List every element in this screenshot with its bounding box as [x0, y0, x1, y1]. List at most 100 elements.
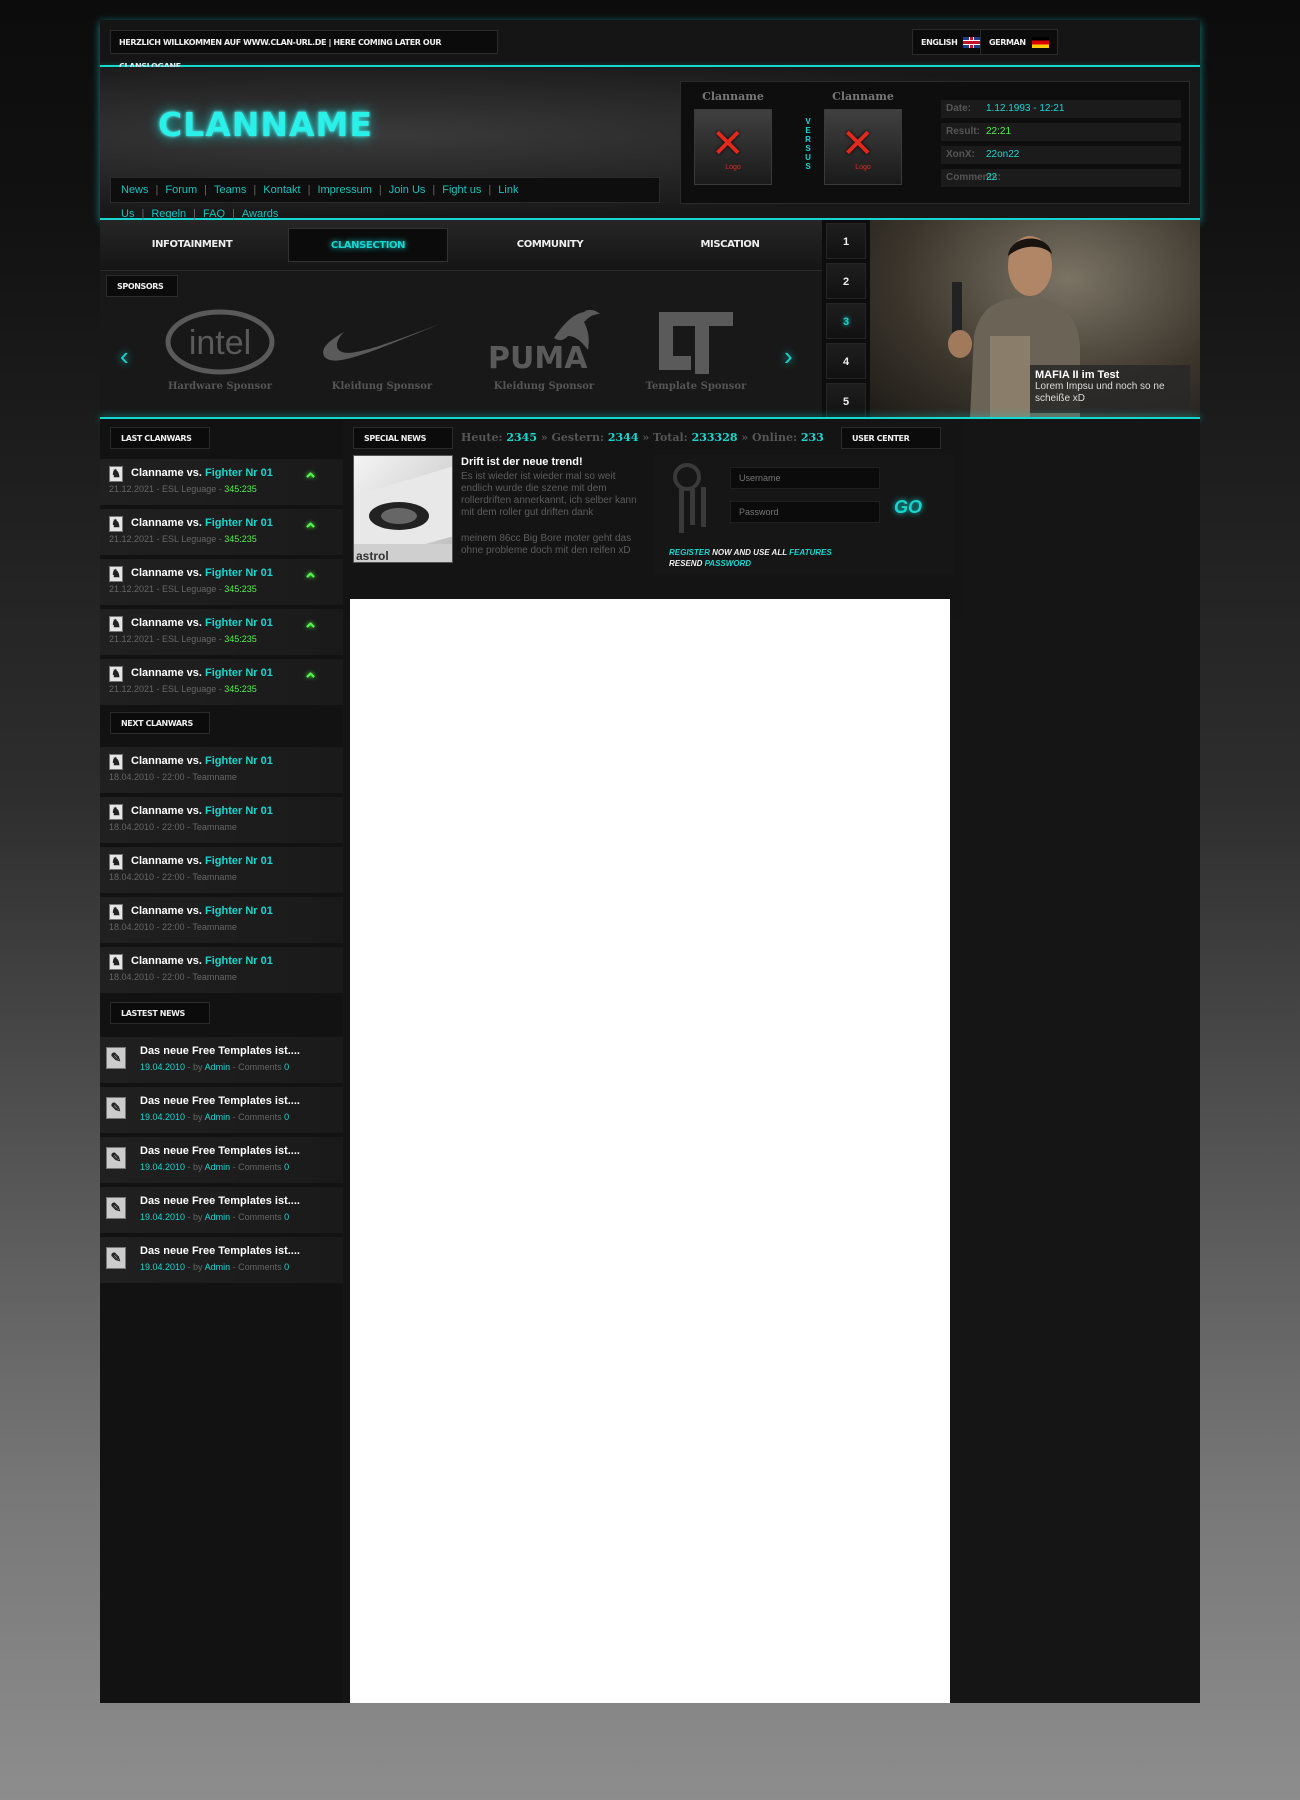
- nav-link-fight-us[interactable]: Fight us: [442, 184, 481, 196]
- clanwar-row[interactable]: ♞ Clanname vs. Fighter Nr 01 21.12.2021 - …: [100, 509, 343, 555]
- special-news-title[interactable]: Drift ist der neue trend!: [461, 456, 583, 468]
- sponsors-heading: SPONSORS: [106, 275, 178, 297]
- special-news-thumbnail[interactable]: astrol: [353, 455, 453, 563]
- sponsor-template[interactable]: Template Sponsor: [626, 301, 766, 392]
- clanwar-meta: 21.12.2021 - ESL Leguage - 345:235: [109, 484, 257, 494]
- clanwar-opponent[interactable]: Fighter Nr 01: [205, 855, 273, 867]
- featured-slide[interactable]: MAFIA II im Test Lorem Impsu und noch so…: [870, 220, 1200, 417]
- news-row[interactable]: ✎ Das neue Free Templates ist.... 19.04.20…: [100, 1087, 343, 1133]
- clanwar-opponent[interactable]: Fighter Nr 01: [205, 467, 273, 479]
- news-document-icon: ✎: [106, 1247, 126, 1269]
- clanwar-opponent[interactable]: Fighter Nr 01: [205, 617, 273, 629]
- news-title[interactable]: Das neue Free Templates ist....: [140, 1095, 300, 1107]
- clanwar-meta: 21.12.2021 - ESL Leguage - 345:235: [109, 634, 257, 644]
- menu-clansection[interactable]: CLANSECTION: [288, 228, 448, 262]
- sponsor-caption: Kleidung Sponsor: [331, 381, 433, 392]
- news-comments-count[interactable]: 0: [284, 1212, 289, 1222]
- clanwar-row[interactable]: ♞ Clanname vs. Fighter Nr 01 18.04.2010 - …: [100, 797, 343, 843]
- clanwar-title[interactable]: Clanname vs. Fighter Nr 01: [131, 617, 273, 629]
- news-title[interactable]: Das neue Free Templates ist....: [140, 1195, 300, 1207]
- clanwar-title[interactable]: Clanname vs. Fighter Nr 01: [131, 955, 273, 967]
- next-clanwars-heading: NEXT CLANWARS: [110, 712, 210, 734]
- password-input[interactable]: [730, 501, 880, 523]
- sponsor-intel[interactable]: intel Hardware Sponsor: [150, 301, 290, 392]
- menu-community[interactable]: COMMUNITY: [470, 228, 630, 262]
- special-news-item[interactable]: astrol Drift ist der neue trend! Es ist …: [353, 455, 653, 565]
- sponsor-next-arrow-icon[interactable]: ›: [784, 341, 793, 372]
- clanwar-date-league: 18.04.2010 - 22:00 - Teamname: [109, 922, 237, 932]
- nav-link-teams[interactable]: Teams: [214, 184, 246, 196]
- site-logo[interactable]: CLANNAME: [158, 105, 373, 144]
- news-comments-count[interactable]: 0: [284, 1262, 289, 1272]
- language-english-button[interactable]: ENGLISH: [912, 29, 990, 55]
- slide-4-button[interactable]: 4: [826, 343, 866, 379]
- puma-logo: PUMA: [474, 301, 614, 381]
- clanwar-title[interactable]: Clanname vs. Fighter Nr 01: [131, 855, 273, 867]
- clanwar-title[interactable]: Clanname vs. Fighter Nr 01: [131, 467, 273, 479]
- sponsor-puma[interactable]: PUMA Kleidung Sponsor: [474, 301, 614, 392]
- sponsor-nike[interactable]: Kleidung Sponsor: [312, 301, 452, 392]
- slide-1-button[interactable]: 1: [826, 223, 866, 259]
- news-comments-count[interactable]: 0: [284, 1112, 289, 1122]
- clanwar-opponent[interactable]: Fighter Nr 01: [205, 805, 273, 817]
- news-row[interactable]: ✎ Das neue Free Templates ist.... 19.04.20…: [100, 1037, 343, 1083]
- menu-miscation[interactable]: MISCATION: [650, 228, 810, 262]
- login-go-button[interactable]: GO: [894, 497, 922, 518]
- clanwar-opponent[interactable]: Fighter Nr 01: [205, 755, 273, 767]
- menu-infotainment[interactable]: INFOTAINMENT: [112, 228, 272, 262]
- clanwar-opponent[interactable]: Fighter Nr 01: [205, 667, 273, 679]
- nav-link-impressum[interactable]: Impressum: [317, 184, 371, 196]
- nav-link-join-us[interactable]: Join Us: [389, 184, 426, 196]
- clanwar-title[interactable]: Clanname vs. Fighter Nr 01: [131, 805, 273, 817]
- clanwar-opponent[interactable]: Fighter Nr 01: [205, 517, 273, 529]
- resend-password-link[interactable]: PASSWORD: [705, 559, 752, 568]
- nav-link-forum[interactable]: Forum: [165, 184, 197, 196]
- news-title[interactable]: Das neue Free Templates ist....: [140, 1245, 300, 1257]
- clanwar-opponent[interactable]: Fighter Nr 01: [205, 955, 273, 967]
- clanwar-title[interactable]: Clanname vs. Fighter Nr 01: [131, 755, 273, 767]
- nav-link-news[interactable]: News: [121, 184, 149, 196]
- clanwar-title[interactable]: Clanname vs. Fighter Nr 01: [131, 905, 273, 917]
- news-row[interactable]: ✎ Das neue Free Templates ist.... 19.04.20…: [100, 1237, 343, 1283]
- news-row[interactable]: ✎ Das neue Free Templates ist.... 19.04.20…: [100, 1137, 343, 1183]
- news-author[interactable]: Admin: [205, 1262, 231, 1272]
- slide-2-button[interactable]: 2: [826, 263, 866, 299]
- slide-5-button[interactable]: 5: [826, 383, 866, 419]
- language-german-button[interactable]: GERMAN: [980, 29, 1058, 55]
- clanwar-opponent[interactable]: Fighter Nr 01: [205, 905, 273, 917]
- sponsor-prev-arrow-icon[interactable]: ‹: [120, 341, 129, 372]
- clanwar-title[interactable]: Clanname vs. Fighter Nr 01: [131, 517, 273, 529]
- news-author[interactable]: Admin: [205, 1212, 231, 1222]
- news-row[interactable]: ✎ Das neue Free Templates ist.... 19.04.20…: [100, 1187, 343, 1233]
- news-title[interactable]: Das neue Free Templates ist....: [140, 1145, 300, 1157]
- comments-value: 22: [986, 172, 998, 183]
- news-author[interactable]: Admin: [205, 1062, 231, 1072]
- clanwar-row[interactable]: ♞ Clanname vs. Fighter Nr 01 18.04.2010 - …: [100, 847, 343, 893]
- news-by: - by: [185, 1062, 205, 1072]
- news-meta: 19.04.2010 - by Admin - Comments 0: [140, 1162, 289, 1172]
- clanwar-row[interactable]: ♞ Clanname vs. Fighter Nr 01 21.12.2021 - …: [100, 559, 343, 605]
- game-icon: ♞: [109, 754, 123, 770]
- clanwar-row[interactable]: ♞ Clanname vs. Fighter Nr 01 21.12.2021 - …: [100, 459, 343, 505]
- news-author[interactable]: Admin: [205, 1112, 231, 1122]
- nav-link-awards[interactable]: Awards: [242, 208, 278, 220]
- clanwar-row[interactable]: ♞ Clanname vs. Fighter Nr 01 18.04.2010 - …: [100, 897, 343, 943]
- clanwar-row[interactable]: ♞ Clanname vs. Fighter Nr 01 18.04.2010 - …: [100, 747, 343, 793]
- clanwar-row[interactable]: ♞ Clanname vs. Fighter Nr 01 21.12.2021 - …: [100, 659, 343, 705]
- clanwar-title[interactable]: Clanname vs. Fighter Nr 01: [131, 567, 273, 579]
- nav-link-kontakt[interactable]: Kontakt: [263, 184, 300, 196]
- nav-link-regeln[interactable]: Regeln: [151, 208, 186, 220]
- news-comments-count[interactable]: 0: [284, 1162, 289, 1172]
- nav-link-faq[interactable]: FAQ: [203, 208, 225, 220]
- clanwar-opponent[interactable]: Fighter Nr 01: [205, 567, 273, 579]
- news-comments-count[interactable]: 0: [284, 1062, 289, 1072]
- news-title[interactable]: Das neue Free Templates ist....: [140, 1045, 300, 1057]
- news-author[interactable]: Admin: [205, 1162, 231, 1172]
- username-input[interactable]: [730, 467, 880, 489]
- clanwar-row[interactable]: ♞ Clanname vs. Fighter Nr 01 21.12.2021 - …: [100, 609, 343, 655]
- register-link[interactable]: REGISTER: [669, 548, 710, 557]
- slide-3-button[interactable]: 3: [826, 303, 866, 339]
- features-link[interactable]: FEATURES: [789, 548, 832, 557]
- clanwar-row[interactable]: ♞ Clanname vs. Fighter Nr 01 18.04.2010 - …: [100, 947, 343, 993]
- clanwar-title[interactable]: Clanname vs. Fighter Nr 01: [131, 667, 273, 679]
